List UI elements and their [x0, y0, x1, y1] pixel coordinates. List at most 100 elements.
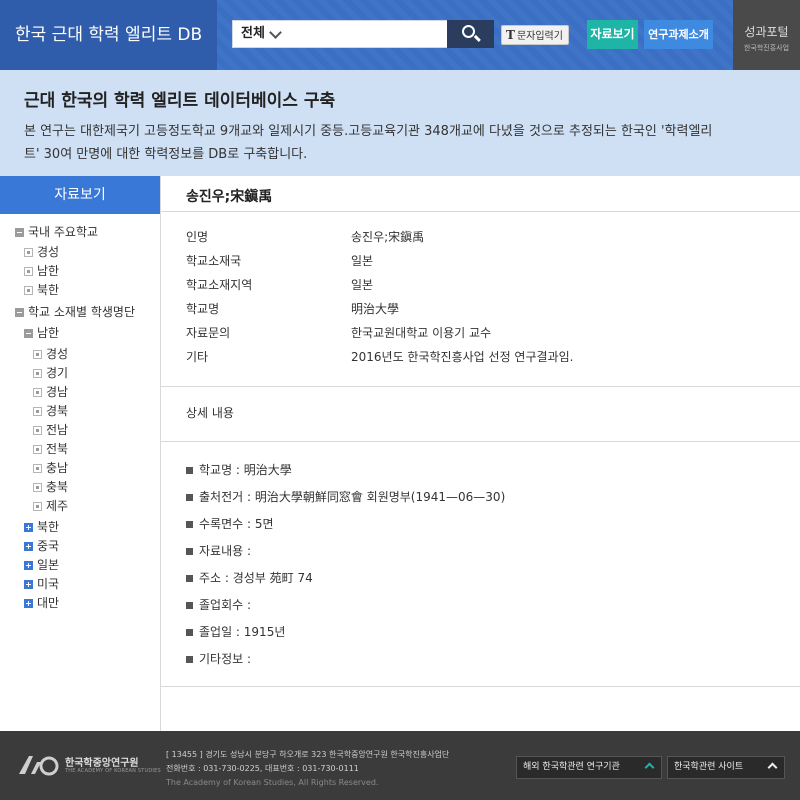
tree-node-label: 북한	[37, 283, 60, 297]
leaf-icon	[33, 445, 42, 454]
leaf-icon	[24, 267, 33, 276]
collapse-icon[interactable]	[24, 329, 33, 338]
tree-node[interactable]: 경성	[33, 346, 68, 362]
leaf-icon	[24, 248, 33, 257]
tree-node[interactable]: 경북	[33, 403, 68, 419]
expand-icon[interactable]	[24, 561, 33, 570]
search-scope-select[interactable]: 전체	[241, 21, 265, 47]
tree-node[interactable]: 충북	[33, 479, 68, 495]
char-input-button[interactable]: T 문자입력기	[501, 25, 569, 45]
divider	[161, 686, 800, 687]
tree-node[interactable]: 경성	[24, 244, 59, 260]
select-label: 한국학관련 사이트	[674, 762, 744, 772]
tree-node-label: 경북	[46, 404, 69, 418]
org-name: 한국학중앙연구원	[65, 758, 139, 769]
site-title[interactable]: 한국 근대 학력 엘리트 DB	[0, 0, 217, 70]
footer-copyright: The Academy of Korean Studies, All Right…	[166, 778, 379, 787]
tree-node-label: 학교 소재별 학생명단	[28, 305, 135, 319]
tree-node-label: 충남	[46, 461, 69, 475]
tree-node[interactable]: 전북	[33, 441, 68, 457]
field-value: 한국교원대학교 이용기 교수	[351, 326, 492, 340]
tree-node[interactable]: 국내 주요학교	[15, 224, 98, 240]
tree-node[interactable]: 남한	[24, 263, 59, 279]
org-logo[interactable]: 한국학중앙연구원 THE ACADEMY OF KOREAN STUDIES	[17, 750, 161, 782]
overseas-institutes-select[interactable]: 해외 한국학관련 연구기관	[516, 756, 662, 779]
bullet-icon	[186, 548, 193, 555]
tree-node[interactable]: 학교 소재별 학생명단	[15, 304, 135, 320]
chevron-up-icon	[644, 762, 655, 773]
search-input[interactable]	[293, 24, 443, 44]
field-value: 明治大學	[351, 302, 400, 316]
tree-node[interactable]: 전남	[33, 422, 68, 438]
tree-node[interactable]: 미국	[24, 576, 59, 592]
divider	[161, 211, 800, 212]
tree-node[interactable]: 대만	[24, 595, 59, 611]
nav-intro-button[interactable]: 연구과제소개	[644, 20, 713, 49]
footer-phone: 전화번호 : 031-730-0225, 대표번호 : 031-730-0111	[166, 764, 359, 773]
tree-node[interactable]: 제주	[33, 498, 68, 514]
detail-item: 기타정보 :	[186, 651, 251, 667]
intro-title: 근대 한국의 학력 엘리트 데이터베이스 구축	[24, 91, 336, 111]
expand-icon[interactable]	[24, 580, 33, 589]
detail-item: 학교명 : 明治大學	[186, 462, 292, 478]
site-footer: 한국학중앙연구원 THE ACADEMY OF KOREAN STUDIES […	[0, 731, 800, 800]
bullet-icon	[186, 521, 193, 528]
tree-node-label: 국내 주요학교	[28, 225, 99, 239]
expand-icon[interactable]	[24, 523, 33, 532]
leaf-icon	[33, 464, 42, 473]
detail-heading: 상세 내용	[186, 406, 234, 420]
tree-node[interactable]: 충남	[33, 460, 68, 476]
collapse-icon[interactable]	[15, 308, 24, 317]
tree-node[interactable]: 남한	[24, 325, 59, 341]
tree-node-label: 미국	[37, 577, 60, 591]
expand-icon[interactable]	[24, 599, 33, 608]
divider	[161, 441, 800, 442]
nav-view-button[interactable]: 자료보기	[587, 20, 638, 49]
sidebar: 자료보기 국내 주요학교 경성 남한 북한 학교 소재별 학생명단 남한 경성 …	[0, 176, 161, 731]
leaf-icon	[33, 407, 42, 416]
bullet-icon	[186, 602, 193, 609]
tree-node[interactable]: 경남	[33, 384, 68, 400]
tree-node[interactable]: 일본	[24, 557, 59, 573]
field-value: 송진우;宋鎭禹	[351, 230, 425, 244]
field-label: 학교소재국	[186, 254, 242, 268]
record-detail: 송진우;宋鎭禹 인명 송진우;宋鎭禹 학교소재국 일본 학교소재지역 일본 학교…	[161, 176, 800, 731]
tree-node-label: 충북	[46, 480, 69, 494]
portal-link[interactable]: 성과포털 한국학진흥사업	[733, 0, 800, 70]
tree-node-label: 중국	[37, 539, 60, 553]
tree-node[interactable]: 경기	[33, 365, 68, 381]
chevron-down-icon[interactable]	[269, 26, 282, 39]
detail-text: 기타정보 :	[199, 652, 252, 666]
tree-node-label: 남한	[37, 264, 60, 278]
intro-banner: 근대 한국의 학력 엘리트 데이터베이스 구축 본 연구는 대한제국기 고등정도…	[0, 70, 800, 176]
site-header: 한국 근대 학력 엘리트 DB 전체 T 문자입력기 자료보기 연구과제소개 성과…	[0, 0, 800, 70]
field-value: 2016년도 한국학진흥사업 선정 연구결과임.	[351, 350, 574, 364]
collapse-icon[interactable]	[15, 228, 24, 237]
select-label: 해외 한국학관련 연구기관	[523, 762, 620, 772]
bullet-icon	[186, 656, 193, 663]
tree-node[interactable]: 북한	[24, 282, 59, 298]
search-box: 전체	[232, 20, 448, 48]
search-button[interactable]	[447, 20, 494, 48]
expand-icon[interactable]	[24, 542, 33, 551]
leaf-icon	[33, 350, 42, 359]
bullet-icon	[186, 575, 193, 582]
field-label: 인명	[186, 230, 209, 244]
detail-text: 졸업일 : 1915년	[199, 625, 286, 639]
detail-text: 학교명 : 明治大學	[199, 463, 292, 477]
leaf-icon	[33, 388, 42, 397]
bullet-icon	[186, 467, 193, 474]
divider	[161, 386, 800, 387]
detail-text: 졸업회수 :	[199, 598, 252, 612]
tree-node[interactable]: 중국	[24, 538, 59, 554]
tree-node-label: 경성	[46, 347, 69, 361]
detail-text: 수록면수 : 5면	[199, 517, 274, 531]
footer-address: [ 13455 ] 경기도 성남시 분당구 하오개로 323 한국학중앙연구원 …	[166, 750, 450, 759]
field-label: 자료문의	[186, 326, 231, 340]
tree-node[interactable]: 북한	[24, 519, 59, 535]
detail-text: 출처전거 : 明治大學朝鮮同窓會 회원명부(1941—06—30)	[199, 490, 506, 504]
org-name-en: THE ACADEMY OF KOREAN STUDIES	[65, 768, 161, 774]
field-value: 일본	[351, 254, 374, 268]
aks-logo-icon	[19, 756, 59, 776]
related-sites-select[interactable]: 한국학관련 사이트	[667, 756, 785, 779]
